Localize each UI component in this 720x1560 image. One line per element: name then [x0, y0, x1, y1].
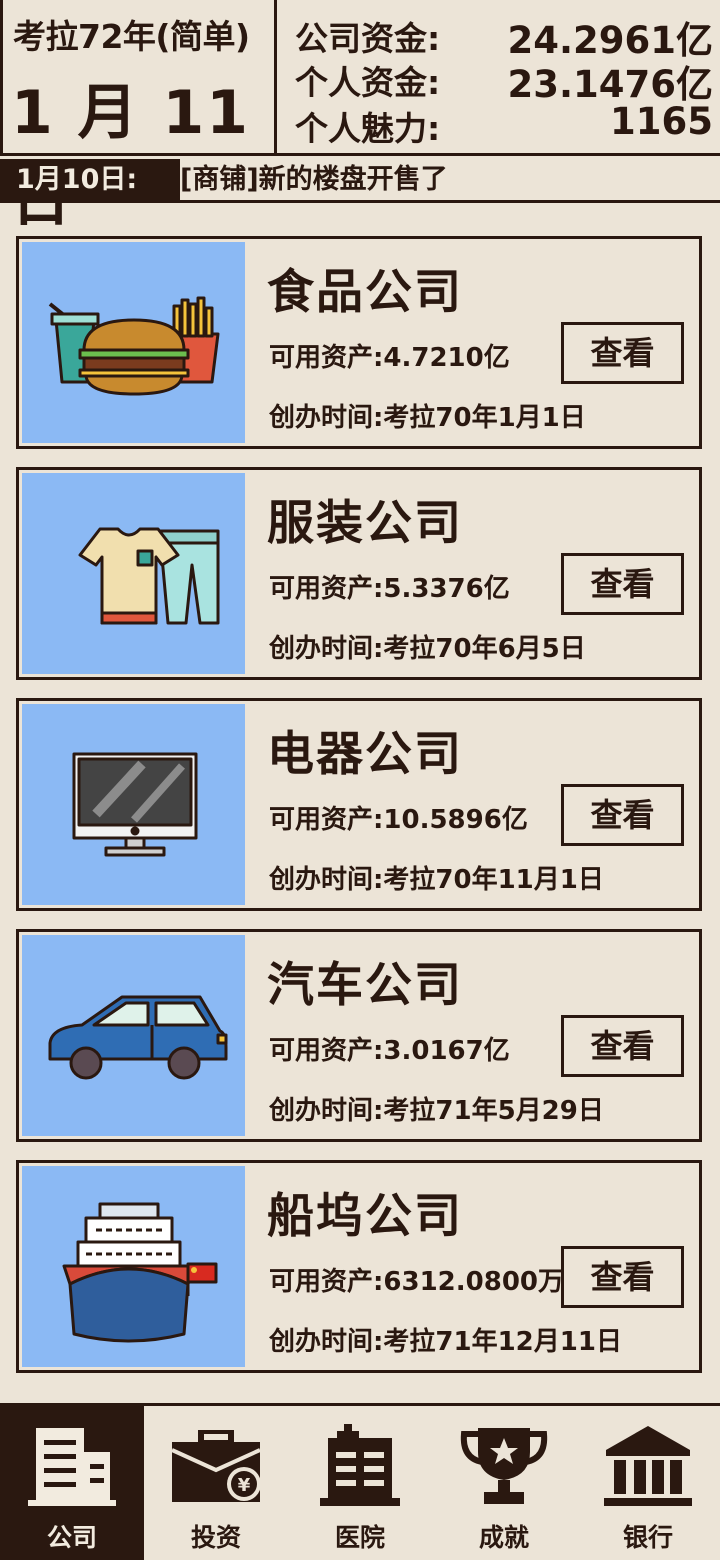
company-founded-date: 创办时间:考拉70年11月1日: [269, 865, 604, 895]
trophy-icon: [460, 1428, 548, 1504]
company-card-food: 食品公司 可用资产:4.7210亿 创办时间:考拉70年1月1日 查看: [16, 236, 702, 449]
charisma-label: 个人魅力:: [295, 109, 441, 148]
personal-funds-row: 个人资金: 23.1476亿: [295, 56, 713, 106]
view-food-company-button[interactable]: 查看: [561, 322, 684, 384]
nav-tab-hospital[interactable]: 医院: [288, 1406, 432, 1560]
svg-text:¥: ¥: [238, 1475, 251, 1496]
briefcase-icon: ¥: [171, 1430, 261, 1502]
building-icon: [28, 1428, 116, 1506]
company-card-electronics: 电器公司 可用资产:10.5896亿 创办时间:考拉70年11月1日 查看: [16, 698, 702, 911]
company-name: 船坞公司: [267, 1189, 463, 1244]
clothing-picture: [22, 473, 245, 674]
company-founded-date: 创办时间:考拉71年5月29日: [269, 1096, 604, 1126]
view-clothing-company-button[interactable]: 查看: [561, 553, 684, 615]
nav-label: 银行: [622, 1523, 673, 1552]
nav-tab-invest[interactable]: ¥ 投资: [144, 1406, 288, 1560]
company-assets: 可用资产:4.7210亿: [269, 343, 510, 373]
nav-tab-bank[interactable]: 银行: [576, 1406, 720, 1560]
monitor-icon: [72, 752, 198, 857]
charisma-row: 个人魅力: 1165: [295, 100, 713, 148]
company-assets: 可用资产:5.3376亿: [269, 574, 510, 604]
ticker-date: 1月10日:: [0, 159, 180, 200]
car-icon: [48, 995, 228, 1080]
nav-label: 投资: [190, 1523, 241, 1552]
food-picture: [22, 242, 245, 443]
bottom-nav: 公司 ¥ 投资 医院 成就 银行: [0, 1403, 720, 1560]
nav-label: 医院: [334, 1523, 385, 1552]
automobile-picture: [22, 935, 245, 1136]
company-assets: 可用资产:3.0167亿: [269, 1036, 510, 1066]
date-panel: 考拉72年(简单) 1 月 11 日: [3, 0, 277, 235]
company-founded-date: 创办时间:考拉71年12月11日: [269, 1327, 622, 1357]
ticker-message: [商铺]新的楼盘开售了: [180, 164, 448, 195]
nav-tab-achievements[interactable]: 成就: [432, 1406, 576, 1560]
personal-funds-label: 个人资金:: [295, 63, 441, 102]
company-name: 汽车公司: [267, 958, 463, 1013]
current-date: 1 月 11 日: [11, 78, 251, 235]
charisma-value: 1165: [610, 100, 713, 143]
company-founded-date: 创办时间:考拉70年1月1日: [269, 403, 586, 433]
clothing-icon: [78, 527, 220, 625]
company-assets: 可用资产:6312.0800万: [269, 1267, 565, 1297]
view-automobile-company-button[interactable]: 查看: [561, 1015, 684, 1077]
nav-tab-company[interactable]: 公司: [0, 1406, 144, 1560]
company-name: 食品公司: [267, 265, 463, 320]
ship-icon: [62, 1202, 218, 1343]
bank-icon: [604, 1426, 692, 1506]
header: 考拉72年(简单) 1 月 11 日 公司资金: 24.2961亿 个人资金: …: [0, 0, 720, 235]
nav-label: 公司: [46, 1523, 97, 1552]
company-card-clothing: 服装公司 可用资产:5.3376亿 创办时间:考拉70年6月5日 查看: [16, 467, 702, 680]
view-shipyard-company-button[interactable]: 查看: [561, 1246, 684, 1308]
company-name: 电器公司: [267, 727, 463, 782]
electronics-picture: [22, 704, 245, 905]
company-name: 服装公司: [267, 496, 463, 551]
news-ticker: 1月10日: [商铺]新的楼盘开售了: [0, 159, 720, 203]
company-card-automobile: 汽车公司 可用资产:3.0167亿 创办时间:考拉71年5月29日 查看: [16, 929, 702, 1142]
company-founded-date: 创办时间:考拉70年6月5日: [269, 634, 586, 664]
company-assets: 可用资产:10.5896亿: [269, 805, 528, 835]
company-card-shipyard: 船坞公司 可用资产:6312.0800万 创办时间:考拉71年12月11日 查看: [16, 1160, 702, 1373]
view-electronics-company-button[interactable]: 查看: [561, 784, 684, 846]
funds-panel: 公司资金: 24.2961亿 个人资金: 23.1476亿 个人魅力: 1165: [295, 0, 715, 156]
nav-label: 成就: [478, 1523, 529, 1552]
year-label: 考拉72年(简单): [13, 17, 250, 56]
company-funds-label: 公司资金:: [295, 19, 441, 58]
company-funds-row: 公司资金: 24.2961亿: [295, 12, 713, 62]
shipyard-picture: [22, 1166, 245, 1367]
hospital-icon: [320, 1424, 400, 1506]
food-icon: [48, 296, 220, 396]
